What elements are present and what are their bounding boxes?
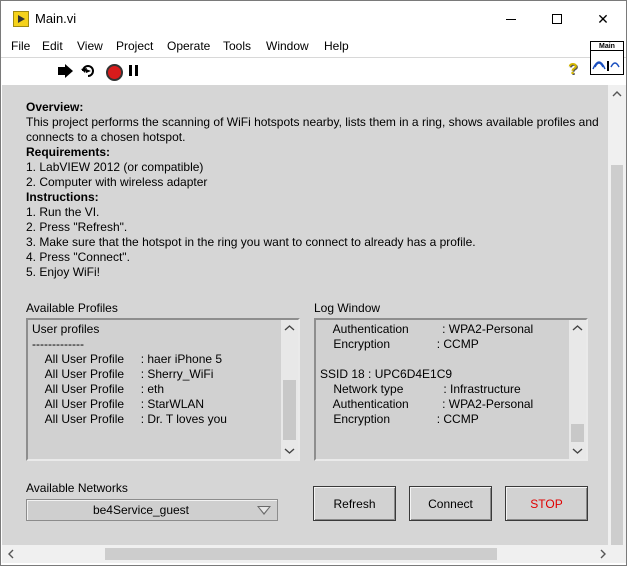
refresh-button[interactable]: Refresh (313, 486, 396, 521)
instruction-item: 3. Make sure that the hotspot in the rin… (26, 235, 476, 249)
abort-execution-icon[interactable] (105, 63, 123, 81)
minimize-button[interactable] (488, 1, 534, 37)
window-title: Main.vi (35, 11, 77, 26)
vertical-scrollbar[interactable] (608, 85, 626, 545)
horizontal-scrollbar[interactable] (2, 545, 626, 563)
vi-icon-label: Main (591, 42, 623, 51)
available-profiles-textbox[interactable]: User profiles ------------- All User Pro… (26, 318, 300, 461)
requirement-item: 1. LabVIEW 2012 (or compatible) (26, 160, 204, 174)
connect-button[interactable]: Connect (409, 486, 492, 521)
maximize-button[interactable] (534, 1, 580, 37)
instruction-item: 2. Press "Refresh". (26, 220, 128, 234)
instruction-item: 5. Enjoy WiFi! (26, 265, 101, 279)
menu-tools[interactable]: Tools (223, 39, 251, 53)
overview-description: This project performs the scanning of Wi… (26, 115, 599, 144)
run-arrow-icon[interactable] (58, 63, 74, 79)
menu-bar: File Edit View Project Operate Tools Win… (1, 37, 626, 57)
menu-view[interactable]: View (77, 39, 103, 53)
available-profiles-label: Available Profiles (26, 301, 118, 315)
labview-window: Main.vi ✕ File Edit View Project Operate… (0, 0, 627, 566)
dropdown-arrow-icon[interactable] (257, 506, 271, 515)
menu-help[interactable]: Help (324, 39, 349, 53)
instruction-item: 4. Press "Connect". (26, 250, 130, 264)
overview-text-block: Overview: This project performs the scan… (26, 100, 606, 280)
log-window-textbox[interactable]: Authentication : WPA2-Personal Encryptio… (314, 318, 588, 461)
close-icon: ✕ (597, 10, 609, 27)
log-window-label: Log Window (314, 301, 381, 315)
log-text: Authentication : WPA2-Personal Encryptio… (320, 322, 534, 426)
close-button[interactable]: ✕ (580, 1, 626, 37)
available-networks-label: Available Networks (26, 481, 128, 495)
log-scrollbar[interactable] (569, 320, 586, 459)
scroll-right-icon[interactable] (596, 545, 610, 563)
scroll-down-icon[interactable] (281, 445, 298, 457)
vi-connector-icon: Main (590, 41, 624, 75)
log-scroll-thumb[interactable] (571, 424, 584, 442)
profiles-text: User profiles ------------- All User Pro… (32, 322, 227, 426)
scroll-down-icon[interactable] (569, 445, 586, 457)
selected-network: be4Service_guest (92, 503, 190, 517)
instructions-heading: Instructions (26, 190, 95, 204)
maximize-icon (552, 14, 562, 24)
menu-operate[interactable]: Operate (167, 39, 210, 53)
scroll-up-icon[interactable] (569, 322, 586, 334)
instruction-item: 1. Run the VI. (26, 205, 100, 219)
scroll-left-icon[interactable] (4, 545, 18, 563)
scroll-up-icon[interactable] (608, 87, 626, 101)
context-help-icon[interactable]: ? (568, 61, 582, 81)
menu-project[interactable]: Project (116, 39, 153, 53)
run-continuously-icon[interactable] (80, 63, 96, 79)
wifi-icon (592, 61, 620, 71)
front-panel: Overview: This project performs the scan… (2, 85, 608, 545)
stop-button[interactable]: STOP (505, 486, 588, 521)
profiles-scrollbar[interactable] (281, 320, 298, 459)
requirements-heading: Requirements (26, 145, 107, 159)
title-bar: Main.vi ✕ (1, 1, 626, 37)
toolbar: ? (1, 57, 626, 84)
menu-file[interactable]: File (11, 39, 30, 53)
menu-edit[interactable]: Edit (42, 39, 63, 53)
available-networks-ring[interactable]: be4Service_guest (26, 499, 278, 521)
menu-window[interactable]: Window (266, 39, 309, 53)
profiles-scroll-thumb[interactable] (283, 380, 296, 440)
scroll-up-icon[interactable] (281, 322, 298, 334)
requirement-item: 2. Computer with wireless adapter (26, 175, 208, 189)
minimize-icon (506, 18, 516, 20)
pause-icon[interactable] (127, 63, 143, 79)
vertical-scroll-thumb[interactable] (611, 165, 623, 545)
labview-vi-icon (13, 11, 29, 27)
overview-heading: Overview (26, 100, 80, 114)
horizontal-scroll-thumb[interactable] (105, 548, 497, 560)
